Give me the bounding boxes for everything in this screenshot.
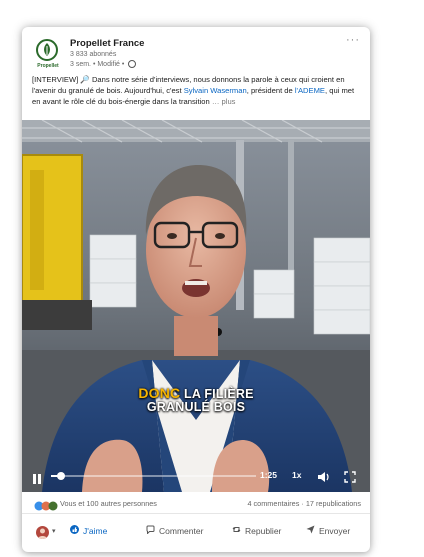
social-counts-row: Vous et 100 autres personnes 4 commentai… (22, 493, 370, 514)
send-icon (306, 525, 315, 536)
like-icon (70, 525, 79, 536)
mention-sylvain-waserman[interactable]: Sylvain Waserman (184, 86, 247, 95)
volume-icon[interactable] (317, 470, 331, 482)
video-player[interactable]: DONC LA FILIÈRE GRANULÉ BOIS 1:25 1x (22, 120, 370, 492)
send-label: Envoyer (319, 525, 351, 536)
company-logo[interactable] (35, 38, 59, 64)
reactions-summary[interactable]: Vous et 100 autres personnes (60, 499, 157, 508)
progress-bar[interactable] (51, 472, 256, 480)
post-time: 3 sem. • Modifié • (70, 60, 125, 68)
fullscreen-icon[interactable] (344, 470, 356, 483)
see-more-link[interactable]: … plus (210, 97, 236, 106)
comment-icon (146, 525, 155, 536)
video-frame (22, 120, 370, 492)
comment-button[interactable]: Commenter (146, 525, 203, 536)
progress-knob[interactable] (57, 472, 66, 480)
video-controls: 1:25 1x (22, 467, 370, 485)
caption-line1-rest: LA FILIÈRE (180, 387, 254, 401)
repost-button[interactable]: Republier (232, 525, 281, 536)
chevron-down-icon[interactable]: ▾ (52, 527, 56, 535)
caption-line-2: GRANULÉ BOIS (146, 400, 246, 414)
repost-icon (232, 525, 241, 536)
linkedin-post-card: Propellet Propellet France 3 833 abonnés… (22, 27, 370, 552)
playback-speed-button[interactable]: 1x (292, 470, 301, 480)
ellipsis-icon[interactable]: ··· (346, 34, 360, 46)
post-text-part2: , président de (246, 86, 295, 95)
logo-wordmark: Propellet (37, 63, 59, 69)
repost-label: Republier (245, 525, 282, 536)
send-button[interactable]: Envoyer (306, 525, 350, 536)
company-name-link[interactable]: Propellet France (70, 38, 144, 49)
post-body-text: [INTERVIEW] 🔎 Dans notre série d'intervi… (32, 74, 364, 107)
user-avatar[interactable] (36, 526, 49, 539)
follower-count: 3 833 abonnés (70, 51, 117, 58)
globe-icon (128, 60, 137, 68)
post-meta: 3 sem. • Modifié • (70, 60, 137, 68)
action-bar: ▾ J'aime Commenter Republier Envoyer (22, 519, 370, 547)
like-label: J'aime (83, 525, 108, 536)
like-button[interactable]: J'aime (70, 525, 107, 536)
video-caption: DONC LA FILIÈRE GRANULÉ BOIS (22, 385, 370, 414)
comments-reposts-count[interactable]: 4 commentaires · 17 republications (247, 499, 361, 508)
caption-highlight: DONC (138, 385, 181, 401)
caption-line-1: DONC LA FILIÈRE (22, 385, 370, 401)
pause-icon[interactable] (32, 471, 42, 484)
comment-label: Commenter (159, 525, 204, 536)
mention-ademe[interactable]: l'ADEME (295, 86, 325, 95)
reaction-icons[interactable] (34, 498, 58, 511)
time-remaining: 1:25 (260, 470, 278, 480)
